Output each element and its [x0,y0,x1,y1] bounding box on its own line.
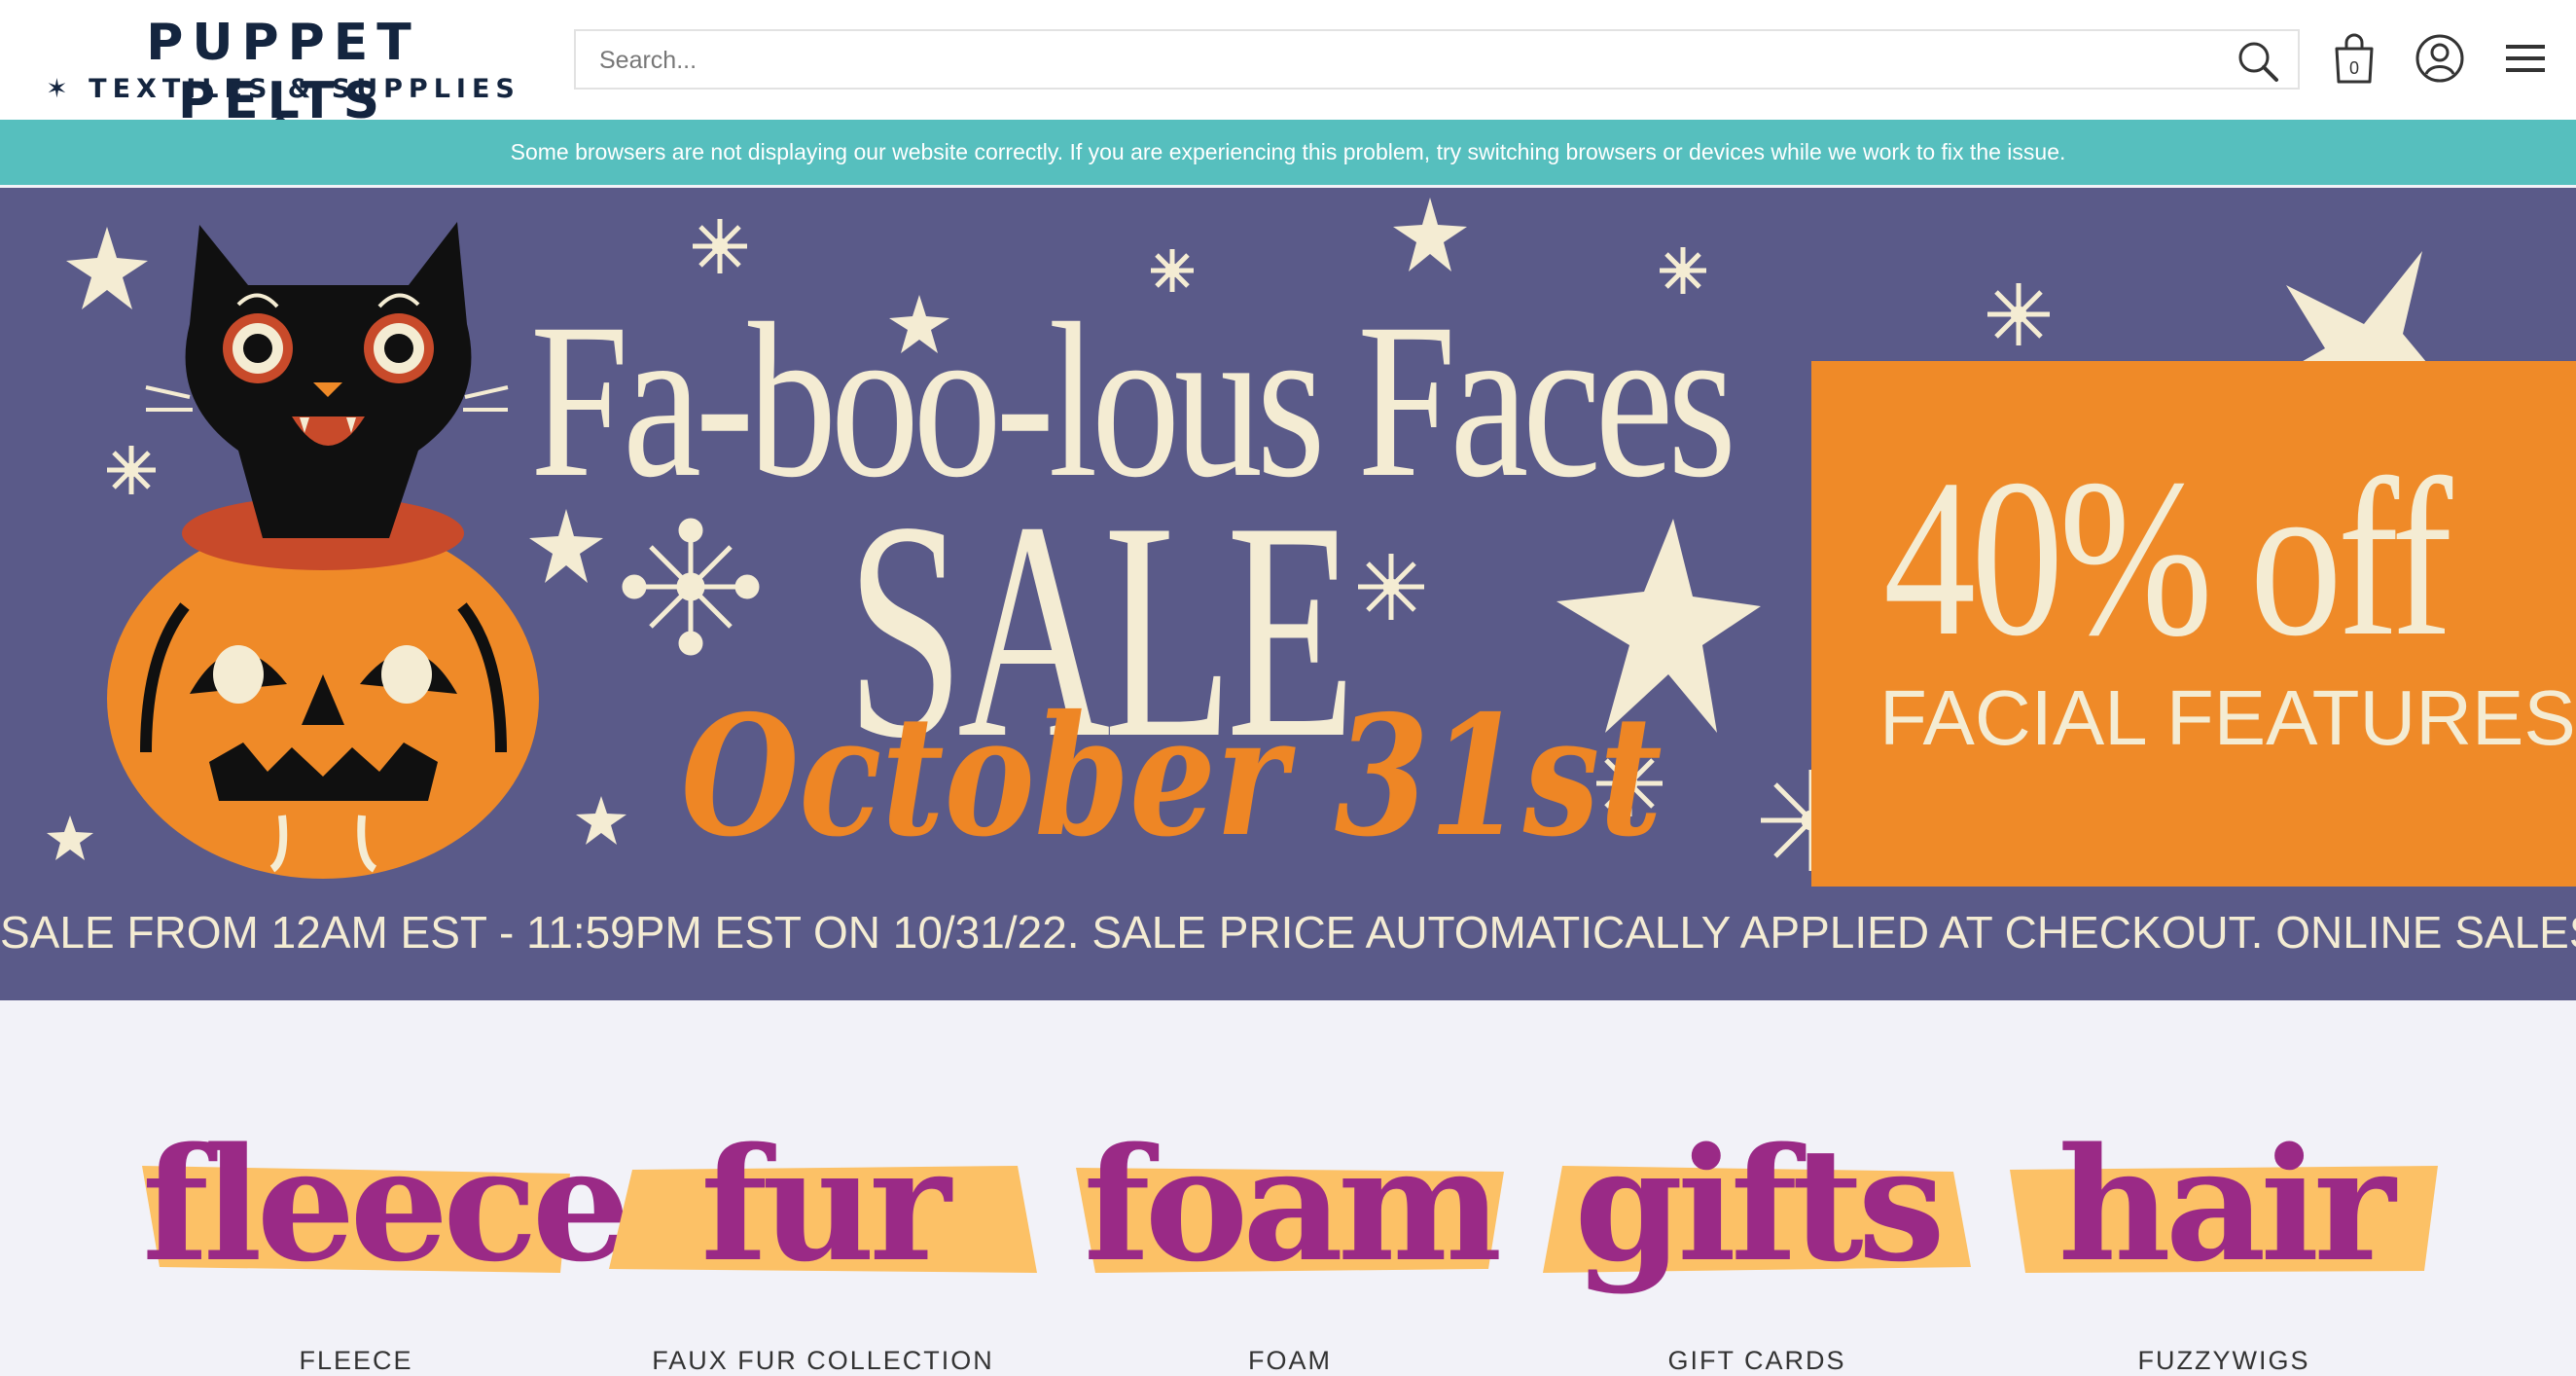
cart-icon[interactable]: 0 [2325,29,2383,88]
category-word: foam [1083,1113,1503,1296]
category-tile-fur[interactable]: fur FAUX FUR COLLECTION [609,1107,1037,1375]
star-icon [66,227,148,309]
search-input[interactable] [597,31,2216,90]
star-icon [576,796,626,845]
discount-amount: 40% off [1883,433,2452,683]
category-label[interactable]: FAUX FUR COLLECTION [609,1346,1037,1376]
star-icon [1393,198,1467,272]
category-word: gifts [1574,1113,1945,1296]
category-tile-fleece[interactable]: fleece FLEECE [142,1107,630,1375]
site-notice-bar: Some browsers are not displaying our web… [0,120,2576,185]
discount-category: FACIAL FEATURES [1879,674,2576,761]
category-label[interactable]: FLEECE [142,1346,570,1376]
promo-banner[interactable]: Fa-boo-lous Faces SALE October 31st 40% … [0,188,2576,1000]
category-label[interactable]: FOAM [1076,1346,1504,1376]
cart-count: 0 [2349,58,2359,78]
site-logo[interactable]: PUPPET PELTS ✶ TEXTILES & SUPPLIES ✶ [35,10,531,134]
search-bar [574,29,2300,90]
category-grid: fleece FLEECE fur FAUX FUR COLLECTION fo… [0,1000,2576,1375]
search-icon[interactable] [2236,39,2280,84]
category-tile-gifts[interactable]: gifts GIFT CARDS [1543,1107,1971,1375]
category-tile-foam[interactable]: foam FOAM [1076,1107,1504,1375]
banner-date: October 31st [681,679,1663,874]
sparkle-icon [622,518,760,656]
sale-terms: SALE FROM 12AM EST - 11:59PM EST ON 10/3… [0,907,2576,958]
star-icon [47,815,93,860]
sparkle-icon [1987,283,2050,345]
site-header: PUPPET PELTS ✶ TEXTILES & SUPPLIES ✶ 0 [0,0,2576,134]
sparkle-icon [107,446,156,494]
menu-icon[interactable] [2496,29,2555,88]
sparkle-icon [1358,554,1424,620]
category-word: fleece [142,1113,630,1296]
jack-o-lantern-icon [107,496,539,879]
account-icon[interactable] [2411,29,2469,88]
category-tile-hair[interactable]: hair FUZZYWIGS [2010,1107,2438,1375]
black-cat-icon [145,222,509,538]
category-word: fur [700,1113,950,1296]
category-label[interactable]: GIFT CARDS [1543,1346,1971,1376]
sparkle-icon [693,219,747,273]
category-word: hair [2057,1113,2395,1296]
category-label[interactable]: FUZZYWIGS [2010,1346,2438,1376]
